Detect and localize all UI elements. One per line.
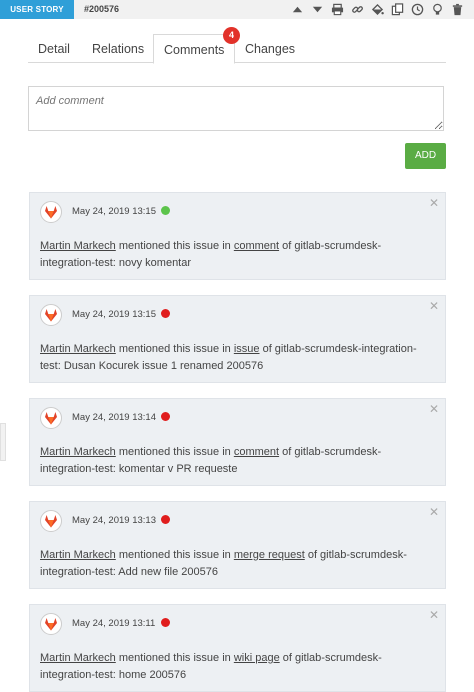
comment-card: May 24, 2019 13:15 ✕ Martin Markech ment… xyxy=(29,192,446,280)
comment-timestamp: May 24, 2019 13:13 xyxy=(72,515,156,526)
comments-count-badge: 4 xyxy=(223,27,240,44)
mention-text: mentioned this issue in xyxy=(118,549,231,561)
close-icon[interactable]: ✕ xyxy=(429,299,439,313)
comment-text: Martin Markech mentioned this issue in m… xyxy=(40,547,432,581)
status-dot-green xyxy=(161,206,170,215)
comment-text: Martin Markech mentioned this issue in c… xyxy=(40,444,432,478)
top-bar: USER STORY #200576 xyxy=(0,0,474,19)
add-comment-input[interactable] xyxy=(28,86,444,131)
source-link[interactable]: comment xyxy=(234,446,279,458)
comment-card: May 24, 2019 13:13 ✕ Martin Markech ment… xyxy=(29,501,446,589)
author-link[interactable]: Martin Markech xyxy=(40,240,116,252)
chevron-down-icon[interactable] xyxy=(310,2,324,17)
status-dot-red xyxy=(161,412,170,421)
comment-text: Martin Markech mentioned this issue in w… xyxy=(40,650,432,684)
close-icon[interactable]: ✕ xyxy=(429,505,439,519)
chevron-up-icon[interactable] xyxy=(290,2,304,17)
comment-timestamp: May 24, 2019 13:15 xyxy=(72,309,156,320)
comment-timestamp: May 24, 2019 13:14 xyxy=(72,412,156,423)
trash-icon[interactable] xyxy=(450,2,464,17)
status-dot-red xyxy=(161,618,170,627)
gitlab-avatar xyxy=(40,407,62,429)
lightbulb-icon[interactable] xyxy=(430,2,444,17)
gitlab-avatar xyxy=(40,304,62,326)
author-link[interactable]: Martin Markech xyxy=(40,343,116,355)
fill-icon[interactable] xyxy=(370,2,384,17)
history-icon[interactable] xyxy=(410,2,424,17)
gitlab-avatar xyxy=(40,510,62,532)
close-icon[interactable]: ✕ xyxy=(429,402,439,416)
author-link[interactable]: Martin Markech xyxy=(40,549,116,561)
add-comment-button[interactable]: ADD xyxy=(405,143,446,169)
comment-card: May 24, 2019 13:11 ✕ Martin Markech ment… xyxy=(29,604,446,692)
author-link[interactable]: Martin Markech xyxy=(40,652,116,664)
author-link[interactable]: Martin Markech xyxy=(40,446,116,458)
source-link[interactable]: comment xyxy=(234,240,279,252)
mention-text: mentioned this issue in xyxy=(118,446,231,458)
user-story-badge: USER STORY xyxy=(0,0,74,19)
story-id: #200576 xyxy=(84,4,120,14)
status-dot-red xyxy=(161,309,170,318)
gitlab-avatar xyxy=(40,201,62,223)
source-link[interactable]: issue xyxy=(234,343,260,355)
print-icon[interactable] xyxy=(330,2,344,17)
copy-icon[interactable] xyxy=(390,2,404,17)
comment-text: Martin Markech mentioned this issue in c… xyxy=(40,238,432,272)
toolbar xyxy=(290,2,464,17)
close-icon[interactable]: ✕ xyxy=(429,196,439,210)
link-icon[interactable] xyxy=(350,2,364,17)
mention-text: mentioned this issue in xyxy=(118,652,231,664)
comment-card: May 24, 2019 13:14 ✕ Martin Markech ment… xyxy=(29,398,446,486)
comment-timestamp: May 24, 2019 13:11 xyxy=(72,618,156,629)
gitlab-avatar xyxy=(40,613,62,635)
comment-timestamp: May 24, 2019 13:15 xyxy=(72,206,156,217)
close-icon[interactable]: ✕ xyxy=(429,608,439,622)
tab-changes[interactable]: Changes xyxy=(245,34,295,62)
comment-text: Martin Markech mentioned this issue in i… xyxy=(40,341,432,375)
comment-card: May 24, 2019 13:15 ✕ Martin Markech ment… xyxy=(29,295,446,383)
panel-resize-handle[interactable] xyxy=(0,423,6,461)
tab-detail[interactable]: Detail xyxy=(38,34,70,62)
source-link[interactable]: wiki page xyxy=(234,652,280,664)
status-dot-red xyxy=(161,515,170,524)
source-link[interactable]: merge request xyxy=(234,549,305,561)
mention-text: mentioned this issue in xyxy=(118,343,231,355)
mention-text: mentioned this issue in xyxy=(118,240,231,252)
tab-relations[interactable]: Relations xyxy=(92,34,144,62)
